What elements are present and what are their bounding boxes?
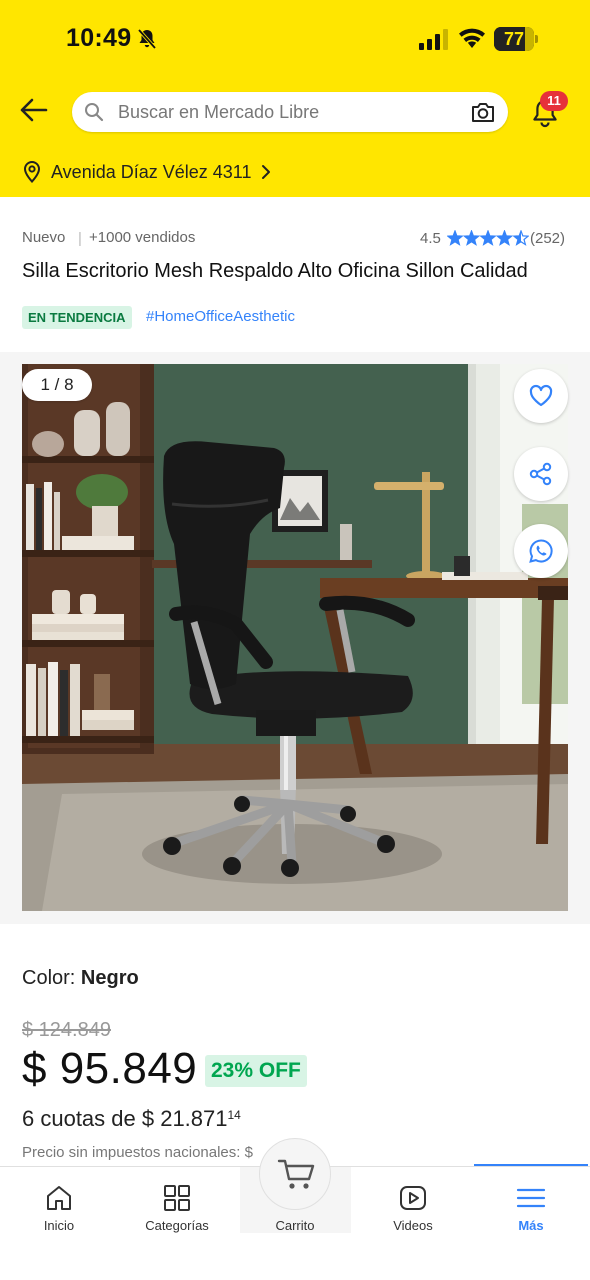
- star-icon: [447, 230, 464, 246]
- installments-cents: 14: [227, 1108, 241, 1122]
- location-address: Avenida Díaz Vélez 4311: [51, 161, 252, 182]
- battery-level: 77: [503, 29, 525, 49]
- chevron-right-icon: [262, 165, 271, 179]
- product-photo[interactable]: [22, 364, 568, 911]
- status-time: 10:49: [66, 24, 132, 52]
- nav-label-mas: Más: [518, 1218, 544, 1233]
- location-pin-icon: [23, 160, 41, 183]
- color-value: Negro: [80, 967, 139, 989]
- cart-button[interactable]: [259, 1138, 331, 1210]
- original-price: $ 124.849: [22, 1019, 111, 1041]
- current-price: $ 95.849: [22, 1044, 198, 1093]
- product-title: Silla Escritorio Mesh Respaldo Alto Ofic…: [22, 260, 528, 282]
- whatsapp-icon: [529, 539, 553, 563]
- wifi-icon: [459, 28, 485, 48]
- search-icon: [85, 103, 104, 122]
- star-icon: [512, 230, 529, 246]
- discount-badge: 23% OFF: [205, 1055, 307, 1087]
- search-input[interactable]: [118, 92, 458, 132]
- installments-text: 6 cuotas de $ 21.871: [22, 1106, 228, 1131]
- app-header: 10:49 77 Buscar en Mercado Libre 11 Aven…: [0, 0, 590, 197]
- status-bar: 10:49 77: [0, 0, 590, 80]
- share-icon: [529, 462, 552, 486]
- sold-count: +1000 vendidos: [89, 229, 196, 246]
- star-icon: [462, 230, 481, 246]
- nav-label-categorias: Categorías: [145, 1218, 209, 1233]
- delivery-location[interactable]: Avenida Díaz Vélez 4311: [22, 158, 273, 186]
- back-arrow-icon[interactable]: [18, 96, 50, 124]
- grid-icon: [164, 1185, 190, 1211]
- installments-info: 6 cuotas de $ 21.87114: [22, 1106, 241, 1132]
- star-icon: [495, 230, 514, 246]
- color-label: Color:: [22, 967, 76, 989]
- nav-label-carrito: Carrito: [275, 1218, 315, 1233]
- camera-icon[interactable]: [470, 100, 496, 124]
- rating-stars[interactable]: [447, 230, 529, 246]
- color-selector: Color: Negro: [22, 967, 139, 990]
- battery-indicator: 77: [494, 27, 538, 51]
- notifications-badge: 11: [540, 91, 568, 111]
- product-condition: Nuevo: [22, 229, 66, 246]
- tax-note: Precio sin impuestos nacionales: $: [22, 1144, 253, 1161]
- home-icon: [47, 1186, 71, 1210]
- heart-icon: [529, 384, 553, 407]
- share-button[interactable]: [514, 447, 568, 501]
- play-icon: [400, 1186, 426, 1210]
- star-icon: [479, 230, 497, 246]
- favorite-button[interactable]: [514, 369, 568, 423]
- nav-item-mas[interactable]: Más: [472, 1167, 590, 1251]
- product-meta-row: Nuevo | +1000 vendidos 4.5 (252): [22, 229, 568, 251]
- nav-label-videos: Videos: [393, 1218, 433, 1233]
- nav-label-inicio: Inicio: [43, 1218, 75, 1233]
- whatsapp-share-button[interactable]: [514, 524, 568, 578]
- nav-item-categorias[interactable]: Categorías: [118, 1167, 236, 1251]
- menu-icon: [516, 1188, 546, 1208]
- reviews-count[interactable]: (252): [530, 230, 565, 247]
- nav-item-inicio[interactable]: Inicio: [0, 1167, 118, 1251]
- search-bar[interactable]: [72, 92, 508, 132]
- meta-separator: |: [78, 230, 82, 247]
- hashtag-link[interactable]: #HomeOfficeAesthetic: [146, 308, 295, 325]
- cellular-signal-icon: [419, 29, 448, 50]
- bell-off-icon: [137, 28, 157, 50]
- cart-icon: [277, 1159, 315, 1189]
- gallery-counter: 1 / 8: [22, 369, 92, 401]
- rating-value: 4.5: [420, 230, 441, 247]
- nav-item-videos[interactable]: Videos: [354, 1167, 472, 1251]
- trend-badge: EN TENDENCIA: [22, 306, 132, 329]
